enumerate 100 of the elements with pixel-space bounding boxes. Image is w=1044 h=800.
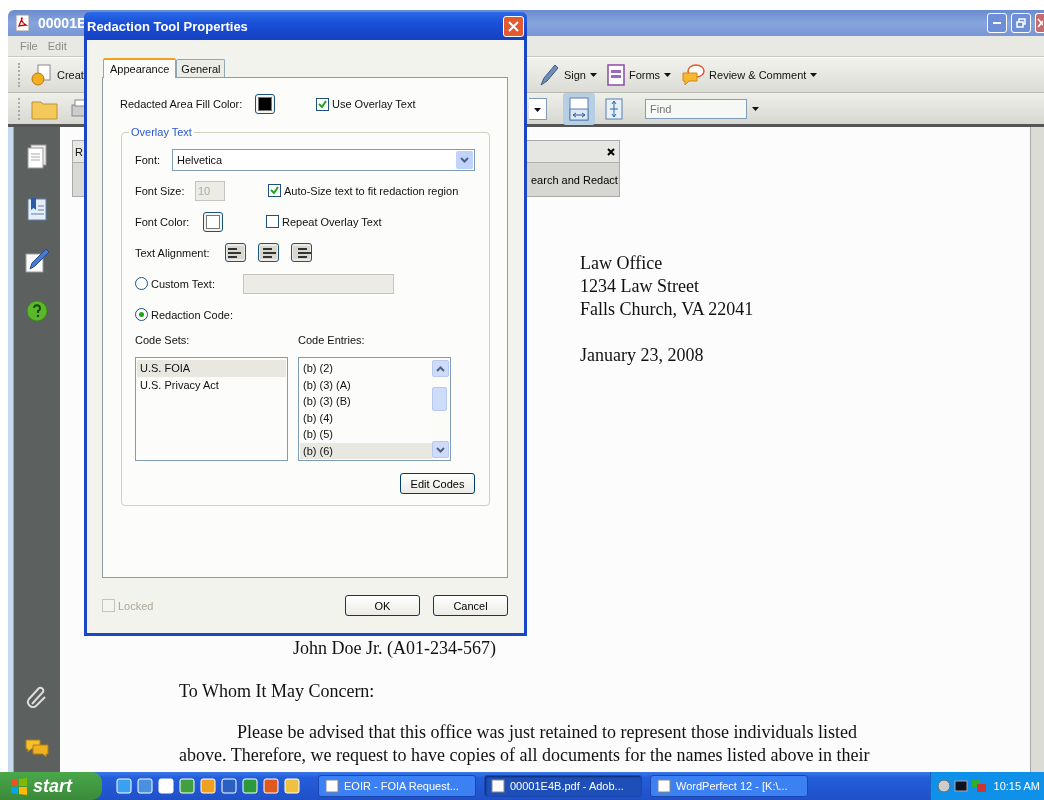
speech-bubbles-icon bbox=[681, 64, 706, 86]
restore-button[interactable] bbox=[1011, 13, 1031, 33]
color-swatch[interactable] bbox=[203, 211, 223, 232]
fit-page-button[interactable] bbox=[603, 95, 625, 122]
window-icon bbox=[657, 779, 671, 793]
radio-button[interactable] bbox=[135, 277, 148, 290]
align-left-button[interactable] bbox=[225, 243, 246, 262]
list-item[interactable]: (b) (6) bbox=[300, 442, 432, 459]
start-button[interactable]: start bbox=[0, 772, 102, 800]
minimize-button[interactable] bbox=[987, 13, 1007, 33]
letter-date: January 23, 2008 bbox=[580, 344, 705, 367]
signature-icon[interactable] bbox=[24, 248, 50, 274]
checkmark-icon bbox=[318, 99, 327, 109]
checkbox[interactable] bbox=[266, 215, 279, 228]
code-sets-list[interactable]: U.S. FOIA U.S. Privacy Act bbox=[135, 357, 288, 461]
checkmark-icon bbox=[270, 186, 279, 195]
align-center-button[interactable] bbox=[258, 243, 279, 262]
help-icon[interactable] bbox=[26, 300, 48, 322]
minimize-icon bbox=[993, 22, 1001, 24]
pages-icon[interactable] bbox=[26, 144, 48, 170]
field-label: Use Overlay Text bbox=[332, 98, 416, 110]
field-label: Custom Text: bbox=[151, 277, 216, 290]
taskbar-button[interactable]: 00001E4B.pdf - Adob... bbox=[484, 775, 642, 797]
close-button[interactable] bbox=[503, 15, 524, 37]
radio-button[interactable] bbox=[135, 308, 148, 321]
toolbar-button[interactable]: Creat bbox=[29, 63, 84, 87]
field-label: Code Entries: bbox=[298, 334, 365, 346]
font-dropdown[interactable]: Helvetica bbox=[172, 148, 475, 171]
body-text-line: above. Therefore, we request to have copies of all documents for the names listed above in their bbox=[179, 744, 871, 767]
checkbox[interactable] bbox=[316, 97, 329, 111]
chevron-down-icon bbox=[436, 446, 445, 453]
dialog-button[interactable]: OK bbox=[345, 595, 420, 616]
scroll-thumb[interactable] bbox=[432, 387, 447, 411]
dialog-button[interactable]: Cancel bbox=[433, 595, 508, 616]
paperclip-icon[interactable] bbox=[26, 684, 48, 708]
restore-icon bbox=[1016, 18, 1026, 28]
color-swatch[interactable] bbox=[255, 94, 275, 114]
list-item[interactable]: U.S. Privacy Act bbox=[137, 376, 286, 393]
tab[interactable]: General bbox=[176, 59, 226, 77]
close-icon[interactable] bbox=[607, 147, 615, 156]
address-line: 1234 Law Street bbox=[580, 275, 700, 298]
caret-icon bbox=[534, 107, 541, 112]
code-entries-list[interactable]: (b) (2) (b) (3) (A) (b) (3) (B) (b) (4) (b) (5) (b) (6) bbox=[298, 357, 451, 461]
address-line: Falls Church, VA 22041 bbox=[580, 298, 755, 321]
address-line: Law Office bbox=[580, 252, 664, 275]
field-label: Repeat Overlay Text bbox=[282, 215, 382, 228]
close-icon bbox=[1037, 18, 1043, 28]
windows-logo-icon bbox=[10, 777, 28, 795]
caret-icon bbox=[752, 106, 759, 111]
list-item[interactable]: (b) (2) bbox=[300, 360, 432, 377]
close-button[interactable] bbox=[1035, 13, 1044, 33]
align-right-button[interactable] bbox=[291, 243, 312, 262]
list-item[interactable]: (b) (3) (B) bbox=[300, 393, 432, 410]
taskbar-button[interactable]: EOIR - FOIA Request... bbox=[318, 775, 476, 797]
field-label: Font Size: bbox=[135, 184, 186, 197]
toolbar-button[interactable]: Forms bbox=[606, 64, 672, 86]
field-label: Font Color: bbox=[135, 215, 191, 228]
pdf-file-icon bbox=[14, 14, 32, 32]
zoom-dropdown[interactable] bbox=[529, 97, 547, 120]
caret-icon bbox=[664, 73, 672, 77]
comments-icon[interactable] bbox=[25, 738, 49, 758]
checkbox[interactable] bbox=[268, 184, 281, 197]
scroll-up-button[interactable] bbox=[432, 360, 449, 377]
caret-icon bbox=[810, 73, 818, 77]
caret-icon bbox=[589, 73, 597, 77]
scrollbar[interactable] bbox=[1030, 127, 1044, 772]
custom-text-field[interactable] bbox=[243, 273, 394, 294]
field-label: Redacted Area Fill Color: bbox=[120, 98, 244, 110]
align-left-icon bbox=[226, 244, 245, 261]
fit-width-button[interactable] bbox=[563, 92, 595, 125]
taskbar-button[interactable]: WordPerfect 12 - [K:\... bbox=[650, 775, 808, 797]
find-field[interactable]: Find bbox=[645, 98, 747, 119]
scroll-down-button[interactable] bbox=[432, 441, 449, 458]
tab[interactable]: Appearance bbox=[103, 58, 177, 78]
edit-codes-button[interactable]: Edit Codes bbox=[400, 473, 475, 494]
fit-width-icon bbox=[569, 96, 589, 121]
field-label: Font: bbox=[135, 153, 161, 166]
list-item[interactable]: (b) (3) (A) bbox=[300, 376, 432, 393]
align-right-icon bbox=[292, 244, 311, 261]
list-item[interactable]: (b) (5) bbox=[300, 426, 432, 443]
dialog-title: Redaction Tool Properties bbox=[87, 18, 249, 34]
chevron-up-icon bbox=[436, 365, 445, 372]
clock: 10:15 AM bbox=[993, 780, 1040, 792]
field-label: Auto-Size text to fit redaction region bbox=[284, 184, 459, 197]
window-title: 00001E bbox=[38, 15, 87, 31]
field-label: Code Sets: bbox=[135, 334, 191, 346]
monitor-icon[interactable] bbox=[954, 779, 968, 793]
field-label: Locked bbox=[118, 599, 154, 612]
panel-title: R bbox=[75, 145, 83, 158]
chevron-down-icon bbox=[460, 156, 469, 163]
window-icon bbox=[325, 779, 339, 793]
group-title: Overlay Text bbox=[130, 126, 193, 138]
list-item[interactable]: (b) (4) bbox=[300, 409, 432, 426]
close-icon bbox=[508, 20, 519, 32]
field-label: Text Alignment: bbox=[135, 246, 211, 259]
toolbar-button[interactable]: Sign bbox=[537, 63, 597, 87]
client-name: John Doe Jr. (A01-234-567) bbox=[293, 637, 497, 660]
bookmark-icon[interactable] bbox=[26, 196, 48, 222]
list-item[interactable]: U.S. FOIA bbox=[137, 360, 286, 377]
toolbar-button[interactable]: Review & Comment bbox=[681, 64, 818, 86]
